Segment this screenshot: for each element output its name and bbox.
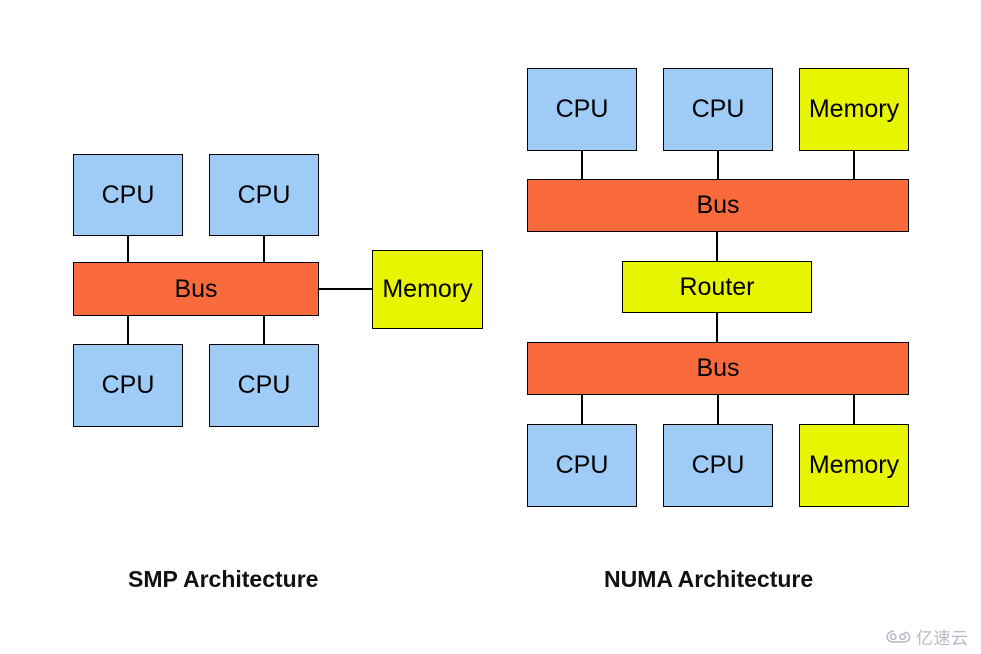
numa-cpu-2-label: CPU: [691, 95, 745, 123]
smp-cpu-1-label: CPU: [101, 180, 155, 209]
connector-smp-cpu1-to-bus: [127, 235, 129, 263]
numa-memory-1-label: Memory: [808, 95, 900, 123]
numa-router-label: Router: [679, 272, 755, 301]
watermark: 亿速云: [886, 624, 969, 649]
numa-router-box: Router: [622, 261, 812, 313]
connector-numa-bus1-to-router: [716, 231, 718, 262]
cloud-logo-icon: [886, 630, 911, 643]
numa-memory-2-label: Memory: [808, 451, 900, 479]
connector-numa-bus2-to-cpu4: [717, 394, 719, 425]
numa-cpu-3-label: CPU: [555, 451, 609, 479]
connector-smp-bus-to-cpu3: [127, 315, 129, 345]
smp-memory-box: Memory: [372, 250, 483, 329]
diagram-canvas: CPU CPU Bus Memory CPU CPU SMP Architect…: [0, 0, 981, 654]
numa-bus-2-label: Bus: [696, 354, 740, 382]
connector-smp-bus-to-cpu4: [263, 315, 265, 345]
smp-cpu-4-label: CPU: [237, 371, 291, 399]
connector-smp-bus-to-memory: [319, 288, 373, 290]
numa-cpu-4-label: CPU: [691, 451, 745, 479]
watermark-text: 亿速云: [916, 629, 969, 649]
numa-cpu-1-box: CPU: [527, 68, 637, 151]
smp-caption: SMP Architecture: [128, 566, 319, 592]
smp-memory-label: Memory: [382, 275, 473, 303]
smp-cpu-3-label: CPU: [101, 371, 155, 399]
numa-bus-2-bar: Bus: [527, 342, 909, 395]
connector-numa-router-to-bus2: [716, 312, 718, 343]
connector-numa-memory1-to-bus1: [853, 150, 855, 180]
numa-memory-1-box: Memory: [799, 68, 909, 151]
connector-numa-bus2-to-cpu3: [581, 394, 583, 425]
connector-numa-cpu1-to-bus1: [581, 150, 583, 180]
smp-cpu-4-box: CPU: [209, 344, 319, 427]
numa-bus-1-label: Bus: [696, 191, 740, 219]
numa-cpu-2-box: CPU: [663, 68, 773, 151]
numa-caption: NUMA Architecture: [604, 566, 814, 592]
numa-cpu-3-box: CPU: [527, 424, 637, 507]
smp-cpu-1-box: CPU: [73, 154, 183, 236]
smp-bus-bar: Bus: [73, 262, 319, 316]
smp-cpu-2-label: CPU: [237, 180, 291, 209]
smp-bus-label: Bus: [174, 274, 218, 303]
connector-numa-bus2-to-memory2: [853, 394, 855, 425]
smp-cpu-3-box: CPU: [73, 344, 183, 427]
numa-cpu-1-label: CPU: [555, 95, 609, 123]
numa-bus-1-bar: Bus: [527, 179, 909, 232]
smp-cpu-2-box: CPU: [209, 154, 319, 236]
connector-smp-cpu2-to-bus: [263, 235, 265, 263]
connector-numa-cpu2-to-bus1: [717, 150, 719, 180]
numa-cpu-4-box: CPU: [663, 424, 773, 507]
numa-memory-2-box: Memory: [799, 424, 909, 507]
